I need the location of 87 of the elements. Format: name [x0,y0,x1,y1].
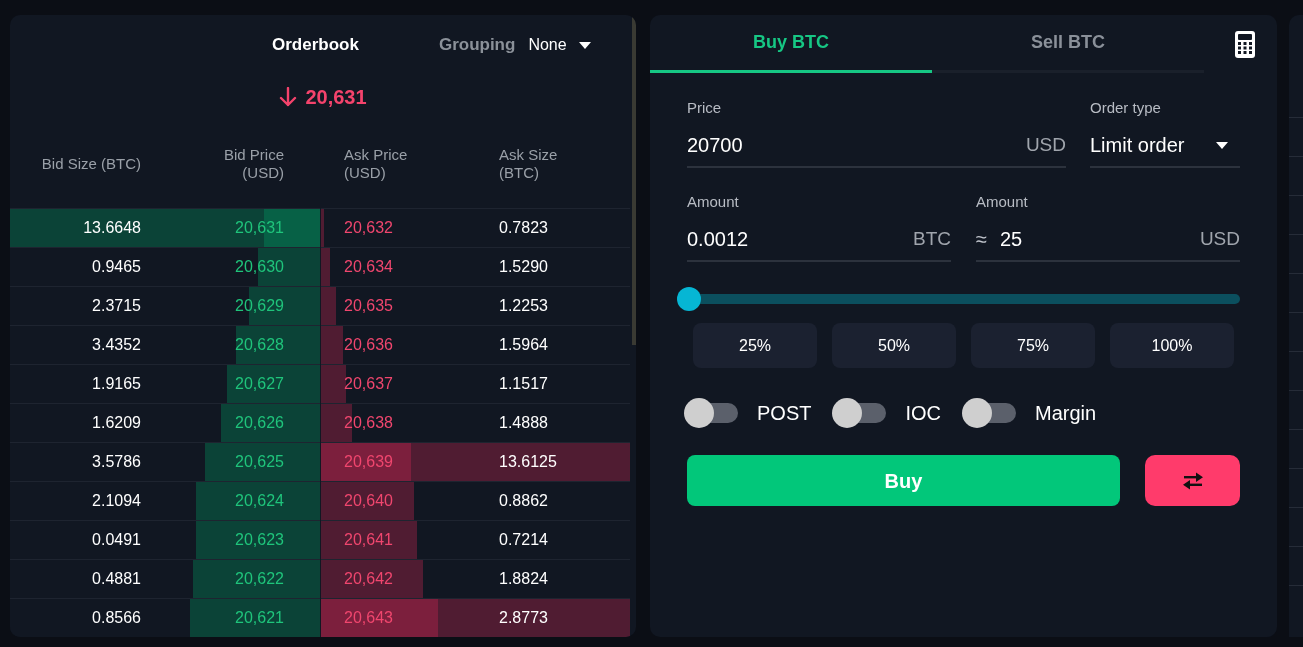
swap-button[interactable] [1145,455,1240,506]
ask-size: 1.2253 [499,296,548,316]
amount-value: 0.0012 [687,227,749,252]
bid-size: 0.8566 [92,608,141,628]
toggle-label: POST [757,401,812,426]
ask-price: 20,636 [344,335,393,355]
ask-price: 20,642 [344,569,393,589]
percent-button[interactable]: 100% [1110,323,1234,368]
percent-button[interactable]: 75% [971,323,1095,368]
toggle-switch[interactable] [684,398,738,428]
toggle-switch[interactable] [832,398,887,428]
bid-price: 20,625 [235,452,284,472]
toggle-label: Margin [1035,401,1097,426]
ask-price: 20,640 [344,491,393,511]
caret-down-icon [578,41,591,49]
bid-size: 0.9465 [92,257,141,277]
bid-price: 20,627 [235,374,284,394]
ask-size: 1.8824 [499,569,548,589]
price-value: 20700 [687,133,743,158]
bid-price: 20,621 [235,608,284,628]
calculator-icon[interactable] [1235,30,1255,58]
ask-size: 1.1517 [499,374,548,394]
bid-price: 20,631 [235,218,284,238]
ask-price: 20,634 [344,257,393,277]
column-header: Ask Price (USD) [344,145,409,182]
column-header: Bid Size (BTC) [41,154,141,173]
panel-title: Orderbook [272,34,359,57]
ask-price: 20,637 [344,374,393,394]
currency-label: BTC [913,226,951,251]
currency-label: USD [1199,226,1240,251]
bid-size: 3.5786 [92,452,141,472]
total-field[interactable]: ≈ 25 USD [976,218,1240,262]
bid-size: 2.1094 [92,491,141,511]
ask-price: 20,635 [344,296,393,316]
column-header: Ask Size (BTC) [499,145,559,182]
order-type-dropdown[interactable]: Limit order [1090,124,1240,168]
ask-size: 2.8773 [499,608,548,628]
ask-price: 20,643 [344,608,393,628]
price-field[interactable]: 20700 USD [687,124,1066,168]
bid-size: 3.4352 [92,335,141,355]
ask-size: 0.8862 [499,491,548,511]
field-label: Price [687,98,722,118]
tab[interactable]: Sell BTC [932,15,1204,73]
currency-label: USD [1025,132,1066,157]
grouping-dropdown[interactable]: None [528,33,591,57]
bid-price: 20,629 [235,296,284,316]
ask-price: 20,639 [344,452,393,472]
column-header: Bid Price (USD) [222,145,284,182]
percent-button[interactable]: 25% [693,323,817,368]
ask-size: 0.7214 [499,530,548,550]
field-label: Amount [976,192,1028,212]
ask-price: 20,641 [344,530,393,550]
last-price: 20,631 [305,85,367,110]
ask-size: 1.4888 [499,413,548,433]
ask-size: 1.5964 [499,335,548,355]
scrollbar[interactable] [632,15,636,345]
percent-button[interactable]: 50% [832,323,956,368]
grouping-label: Grouping [438,34,516,57]
ask-size: 1.5290 [499,257,548,277]
toggle-label: IOC [905,401,941,426]
field-label: Order type [1090,98,1161,118]
bid-size: 13.6648 [83,218,141,238]
bid-size: 0.0491 [92,530,141,550]
bid-size: 2.3715 [92,296,141,316]
approx-sign: ≈ [976,227,987,252]
ask-price: 20,638 [344,413,393,433]
tab[interactable]: Buy BTC [650,15,932,73]
caret-down-icon [1216,141,1228,149]
ask-size: 13.6125 [499,452,557,472]
bid-price: 20,623 [235,530,284,550]
bid-price: 20,630 [235,257,284,277]
field-label: Amount [687,192,739,212]
total-value: 25 [1000,227,1023,252]
bid-size: 0.4881 [92,569,141,589]
bid-price: 20,624 [235,491,284,511]
slider-thumb[interactable] [677,287,701,311]
bid-size: 1.6209 [92,413,141,433]
toggle-switch[interactable] [962,398,1016,428]
ask-price: 20,632 [344,218,393,238]
swap-arrows-icon [1180,471,1205,490]
bid-price: 20,626 [235,413,284,433]
amount-field[interactable]: 0.0012 BTC [687,218,951,262]
ask-size: 0.7823 [499,218,548,238]
bid-price: 20,628 [235,335,284,355]
bid-price: 20,622 [235,569,284,589]
bid-size: 1.9165 [92,374,141,394]
slider-track[interactable] [677,287,1240,311]
